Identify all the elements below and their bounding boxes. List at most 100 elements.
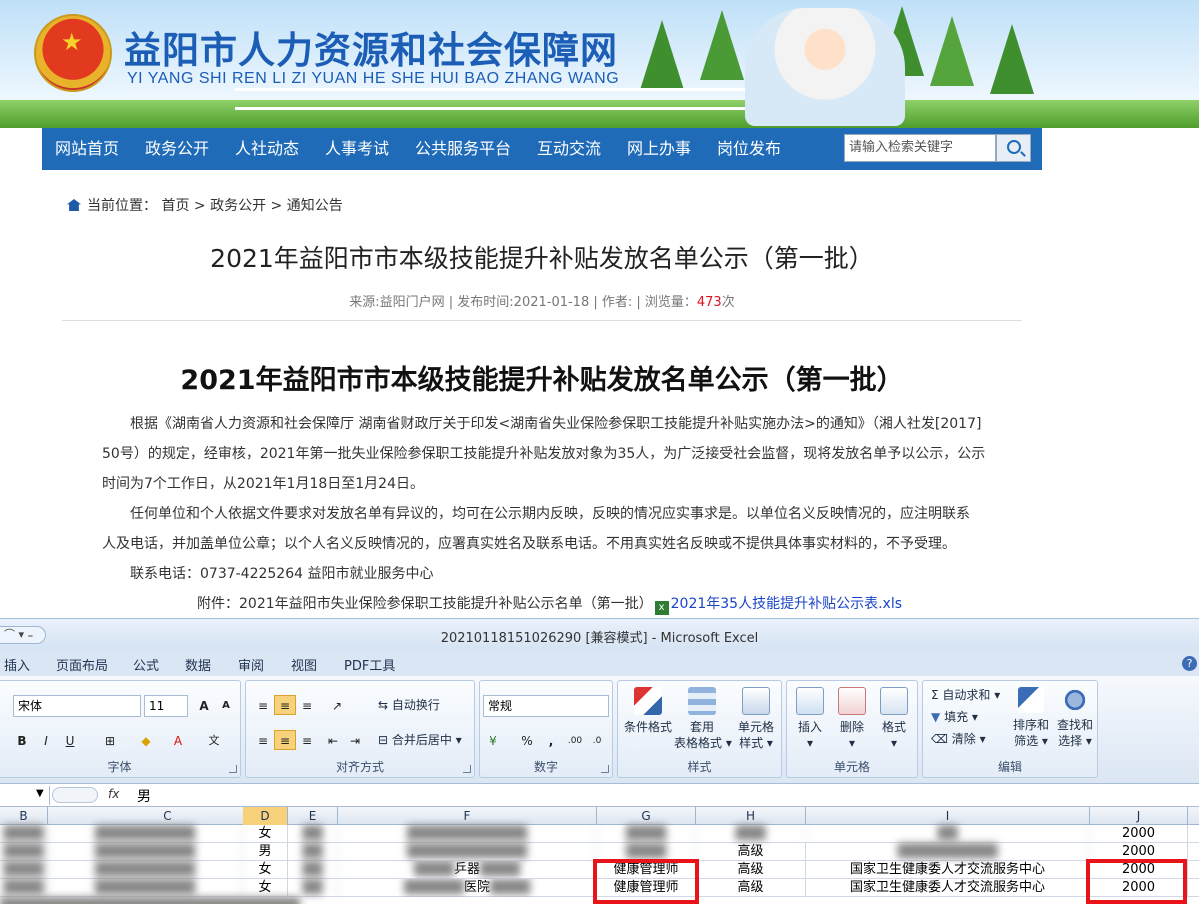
cell-redacted[interactable]: ██████████ xyxy=(48,825,243,843)
tab-pdf-tools[interactable]: PDF工具 xyxy=(344,655,395,674)
comma-icon[interactable]: , xyxy=(540,730,562,750)
cell-redacted[interactable]: ██ xyxy=(806,825,1090,843)
column-header-f[interactable]: F xyxy=(338,807,597,825)
grow-font-icon[interactable]: A xyxy=(193,695,215,715)
column-header-d[interactable]: D xyxy=(243,807,288,825)
font-size-select[interactable]: 11 xyxy=(144,695,188,717)
increase-decimal-icon[interactable]: .00 xyxy=(564,730,586,750)
sort-filter-button[interactable]: 排序和 筛选 ▾ xyxy=(1009,687,1053,749)
align-right-icon[interactable]: ≡ xyxy=(296,730,318,750)
cell-gender[interactable]: 男 xyxy=(243,843,288,861)
cell-org[interactable]: 国家卫生健康委人才交流服务中心 xyxy=(806,879,1090,897)
align-top-icon[interactable]: ≡ xyxy=(252,695,274,715)
nav-item-exams[interactable]: 人事考试 xyxy=(325,128,389,170)
cell-gender[interactable]: 女 xyxy=(243,825,288,843)
cell-unit-partial[interactable]: ████乒器████ xyxy=(338,861,597,879)
cell-redacted[interactable]: ████ xyxy=(0,843,48,861)
decrease-decimal-icon[interactable]: .0 xyxy=(586,730,608,750)
search-button[interactable] xyxy=(996,134,1031,162)
cell-org[interactable]: 国家卫生健康委人才交流服务中心 xyxy=(806,861,1090,879)
column-header-b[interactable]: B xyxy=(0,807,48,825)
tab-view[interactable]: 视图 xyxy=(291,655,317,674)
align-bottom-icon[interactable]: ≡ xyxy=(296,695,318,715)
conditional-format-button[interactable]: 条件格式 xyxy=(622,687,674,735)
increase-indent-icon[interactable]: ⇥ xyxy=(344,730,366,750)
cell-redacted[interactable]: ██████████ xyxy=(48,843,243,861)
number-format-select[interactable]: 常规 xyxy=(483,695,609,717)
insert-cells-button[interactable]: 插入 ▾ xyxy=(791,687,829,751)
cell-redacted[interactable]: ██████████ xyxy=(806,843,1090,861)
cell-unit-partial[interactable]: ██████医院████ xyxy=(338,879,597,897)
cell-level[interactable]: 高级 xyxy=(696,879,806,897)
cell-redacted[interactable]: ████ xyxy=(0,861,48,879)
tab-review[interactable]: 审阅 xyxy=(238,655,264,674)
cell-redacted[interactable]: ██ xyxy=(288,879,338,897)
column-header-h[interactable]: H xyxy=(696,807,806,825)
italic-icon[interactable]: I xyxy=(35,730,57,750)
font-color-icon[interactable]: A xyxy=(167,730,189,750)
underline-icon[interactable]: U xyxy=(59,730,81,750)
cell-redacted[interactable]: ██ xyxy=(288,825,338,843)
format-as-table-button[interactable]: 套用 表格格式 ▾ xyxy=(674,687,732,751)
wrap-text-button[interactable]: ⇆ 自动换行 xyxy=(378,697,440,713)
breadcrumb-home[interactable]: 首页 xyxy=(161,198,189,214)
decrease-indent-icon[interactable]: ⇤ xyxy=(322,730,344,750)
breadcrumb-gov-affairs[interactable]: 政务公开 xyxy=(210,198,266,214)
cell-gender[interactable]: 女 xyxy=(243,879,288,897)
align-center-icon[interactable]: ≡ xyxy=(274,730,296,750)
column-header-j[interactable]: J xyxy=(1090,807,1188,825)
find-select-button[interactable]: 查找和 选择 ▾ xyxy=(1053,687,1097,749)
orientation-icon[interactable]: ↗ xyxy=(326,695,348,715)
fill-button[interactable]: ▼ 填充 ▾ xyxy=(931,709,978,725)
tab-data[interactable]: 数据 xyxy=(185,655,211,674)
column-header-i[interactable]: I xyxy=(806,807,1090,825)
autosum-button[interactable]: Σ 自动求和 ▾ xyxy=(931,687,1000,703)
tab-page-layout[interactable]: 页面布局 xyxy=(56,655,108,674)
cell-redacted[interactable]: ███ xyxy=(696,825,806,843)
bold-icon[interactable]: B xyxy=(11,730,33,750)
formula-input[interactable]: 男 xyxy=(137,786,151,806)
shrink-font-icon[interactable]: A xyxy=(215,695,237,715)
cell-redacted[interactable]: ████████████ xyxy=(338,825,597,843)
cell-level[interactable]: 高级 xyxy=(696,861,806,879)
search-input[interactable]: 请输入检索关键字 xyxy=(844,134,996,162)
cell-level[interactable]: 高级 xyxy=(696,843,806,861)
dialog-launcher-icon[interactable] xyxy=(229,765,237,773)
cell-redacted[interactable]: ████████████ xyxy=(338,843,597,861)
tab-insert[interactable]: 插入 xyxy=(4,655,30,674)
cell-redacted[interactable]: ████ xyxy=(0,879,48,897)
cell-redacted[interactable]: ████ xyxy=(0,825,48,843)
nav-item-jobs[interactable]: 岗位发布 xyxy=(717,128,781,170)
column-header-g[interactable]: G xyxy=(597,807,696,825)
name-box[interactable]: ▼ xyxy=(0,786,50,805)
align-middle-icon[interactable]: ≡ xyxy=(274,695,296,715)
formula-bar-toggle[interactable] xyxy=(52,787,98,803)
nav-item-interaction[interactable]: 互动交流 xyxy=(537,128,601,170)
cell-gender[interactable]: 女 xyxy=(243,861,288,879)
cell-styles-button[interactable]: 单元格 样式 ▾ xyxy=(732,687,780,751)
delete-cells-button[interactable]: 删除 ▾ xyxy=(833,687,871,751)
merge-center-button[interactable]: ⊟ 合并后居中 ▾ xyxy=(378,732,462,748)
help-icon[interactable]: ? xyxy=(1182,656,1197,671)
cell-redacted[interactable]: ████ xyxy=(597,825,696,843)
format-cells-button[interactable]: 格式 ▾ xyxy=(875,687,913,751)
namebox-dropdown-icon[interactable]: ▼ xyxy=(36,788,44,799)
cell-redacted[interactable]: ██████████ xyxy=(48,861,243,879)
dialog-launcher-icon[interactable] xyxy=(463,765,471,773)
cell-amount[interactable]: 2000 xyxy=(1090,825,1188,843)
clear-button[interactable]: ⌫ 清除 ▾ xyxy=(931,731,986,747)
nav-item-news[interactable]: 人社动态 xyxy=(235,128,299,170)
breadcrumb-notices[interactable]: 通知公告 xyxy=(287,198,343,214)
column-header-e[interactable]: E xyxy=(288,807,338,825)
align-left-icon[interactable]: ≡ xyxy=(252,730,274,750)
currency-icon[interactable]: ¥ xyxy=(482,730,504,750)
insert-function-icon[interactable]: fx xyxy=(108,787,119,801)
nav-item-online-service[interactable]: 网上办事 xyxy=(627,128,691,170)
attachment-link[interactable]: 2021年35人技能提升补贴公示表.xls xyxy=(671,596,902,612)
font-name-select[interactable]: 宋体 xyxy=(13,695,141,717)
cell-redacted[interactable]: ██ xyxy=(288,861,338,879)
nav-item-public-service[interactable]: 公共服务平台 xyxy=(415,128,511,170)
phonetic-icon[interactable]: 文 xyxy=(203,730,225,750)
border-icon[interactable]: ⊞ xyxy=(99,730,121,750)
cell-redacted[interactable]: ██████████ xyxy=(48,879,243,897)
